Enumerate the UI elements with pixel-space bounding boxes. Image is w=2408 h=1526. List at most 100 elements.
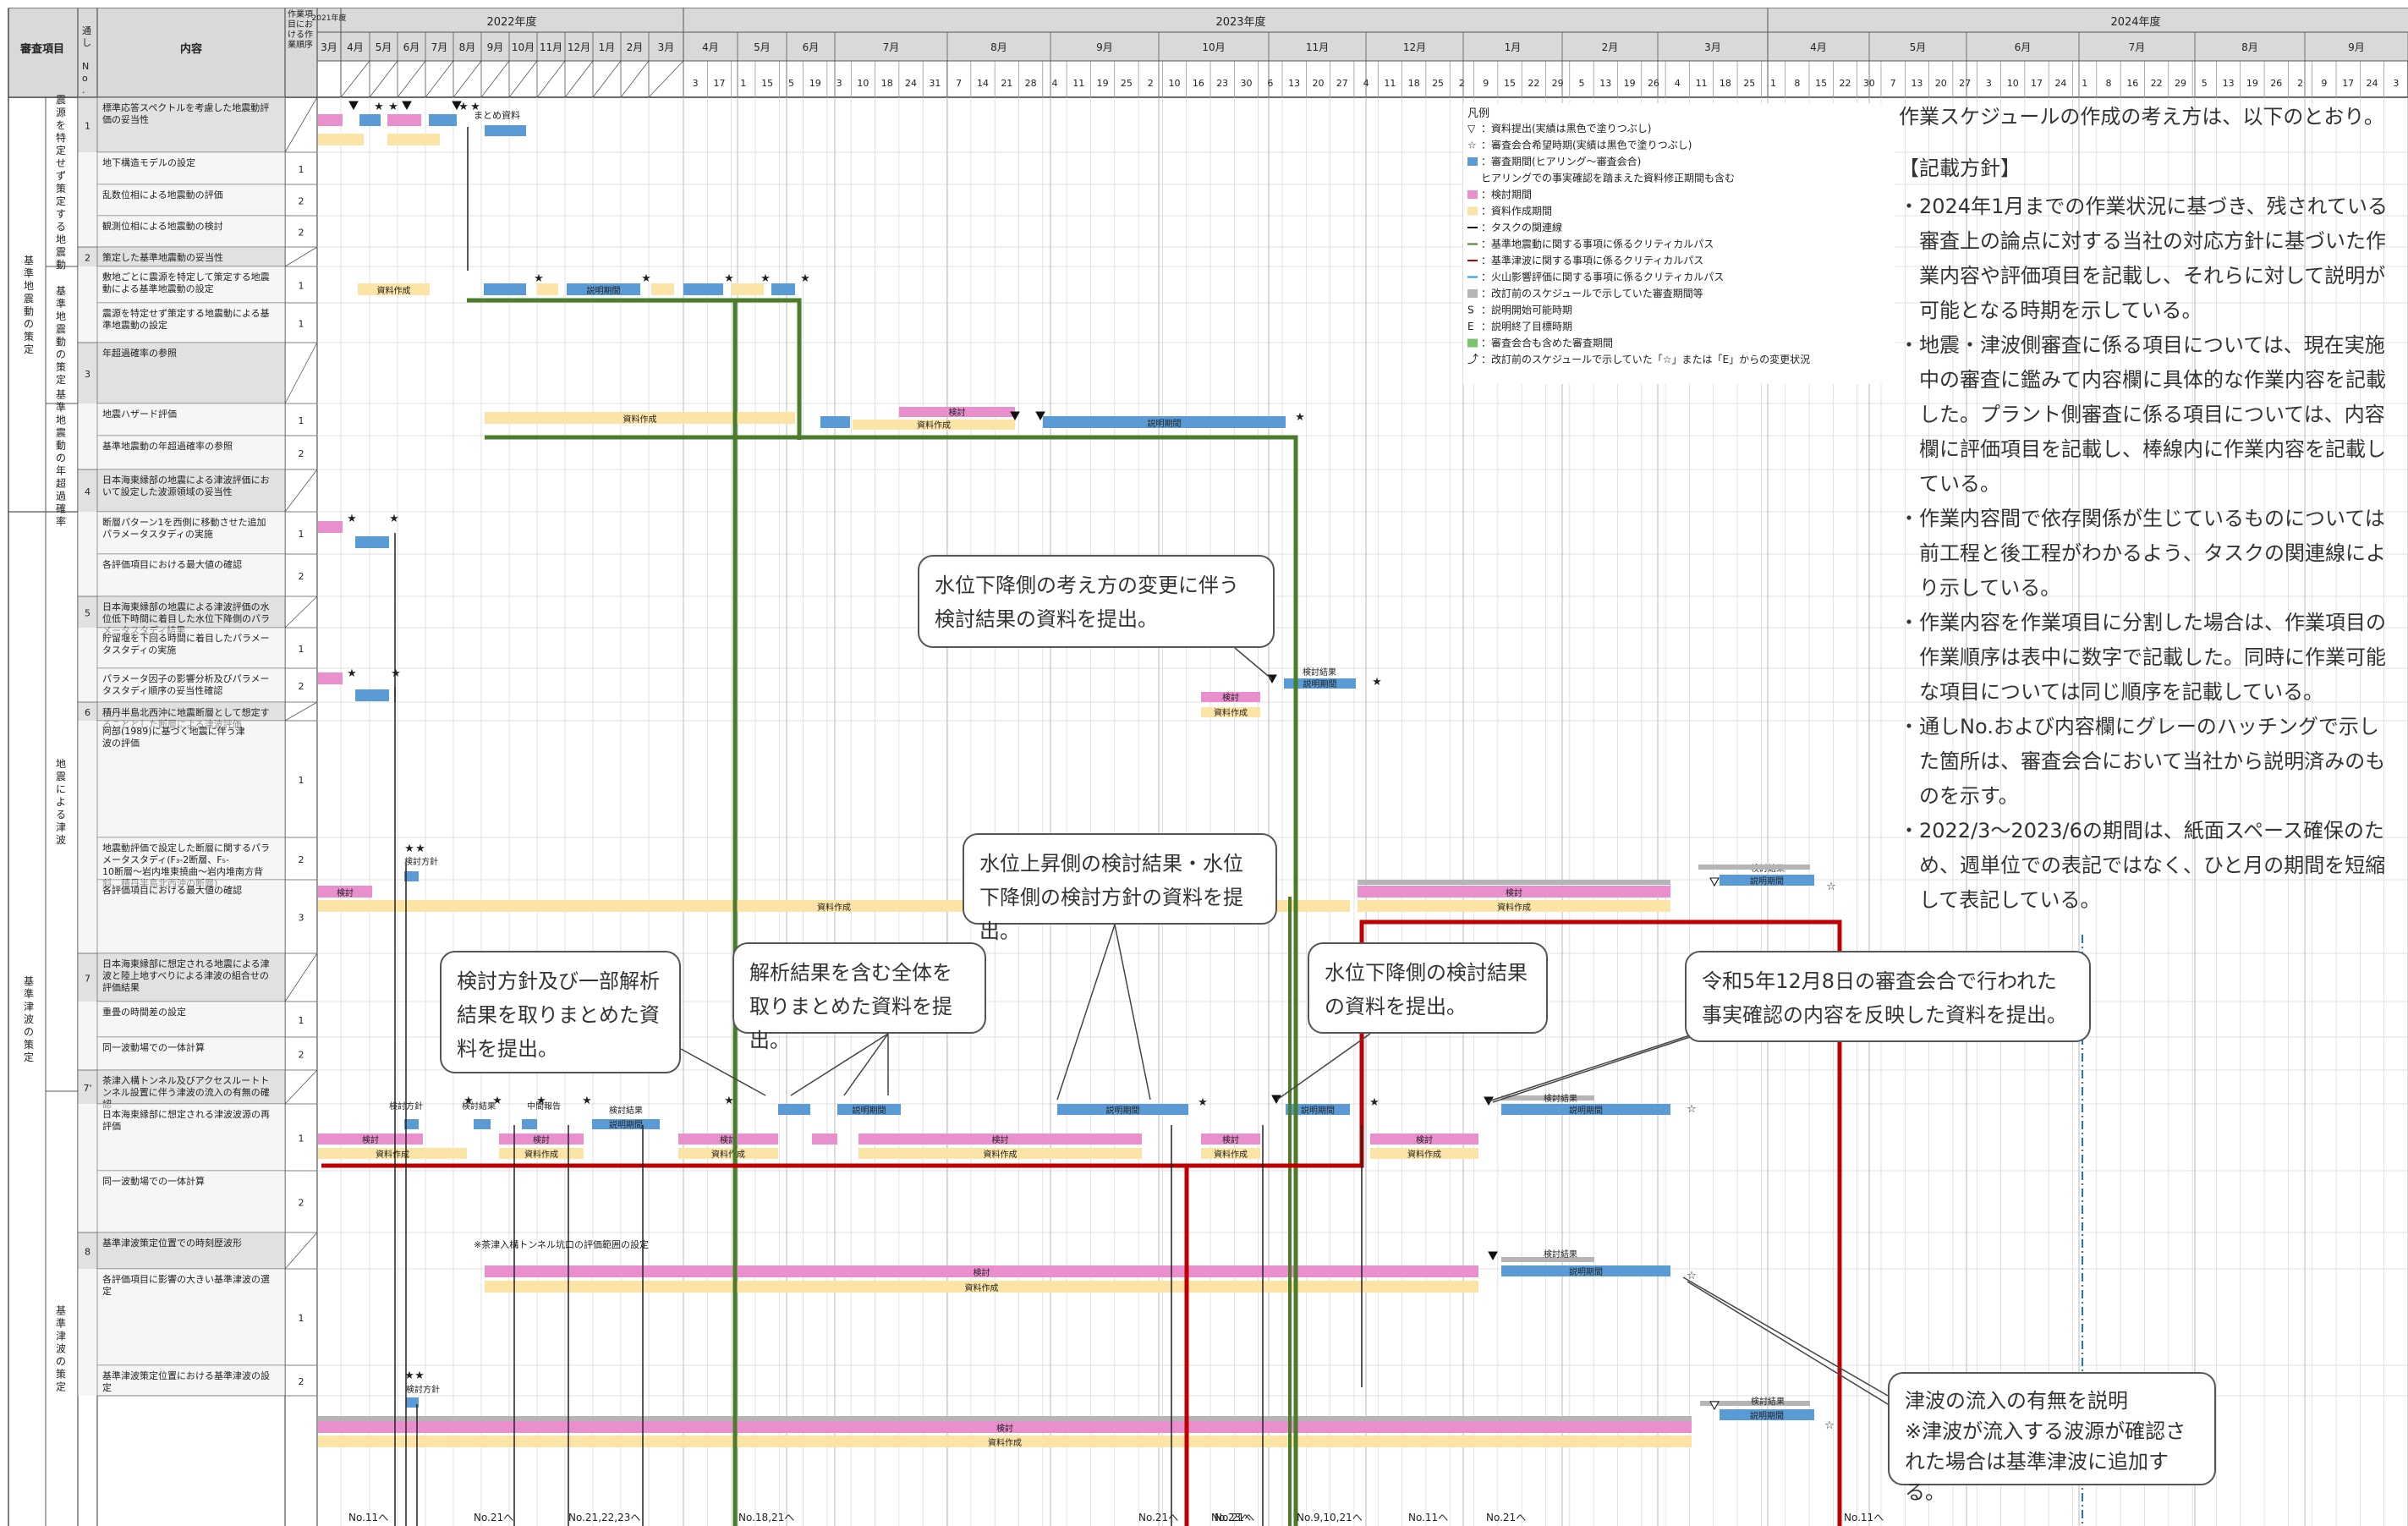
week-label: 10 bbox=[857, 78, 869, 89]
week-label: 20 bbox=[1312, 78, 1324, 89]
row-content: タスタディ順序の妥当性確認 bbox=[102, 684, 222, 696]
row-content: 日本海東縁部に想定される津波波源の再 bbox=[102, 1108, 270, 1120]
week-label: 5 bbox=[1578, 78, 1584, 89]
meeting-marker: ★ bbox=[458, 101, 469, 113]
material-bar bbox=[537, 283, 558, 295]
explanation-bar bbox=[778, 1104, 810, 1115]
subgroup-label: 動 bbox=[56, 259, 66, 271]
explanation-bar-label: 説明期間 bbox=[1301, 1105, 1335, 1116]
fy-label: 2023年度 bbox=[1215, 15, 1265, 29]
study-bar-label: 検討 bbox=[1506, 887, 1522, 898]
group-label: 津 bbox=[24, 1001, 34, 1013]
material-bar-label: 資料作成 bbox=[376, 1149, 409, 1160]
subgroup-label: 準 bbox=[56, 297, 66, 310]
material-bar-label: 資料作成 bbox=[711, 1149, 745, 1160]
week-label: 19 bbox=[2246, 78, 2258, 89]
subgroup-label: す bbox=[56, 208, 66, 220]
legend-swatch: ⤴ bbox=[1467, 354, 1478, 366]
week-label: 13 bbox=[1288, 78, 1300, 89]
week-label: 16 bbox=[2126, 78, 2138, 89]
row-content: 各評価項目における最大値の確認 bbox=[102, 558, 242, 570]
legend-item: ：基準津波に関する事項に係るクリティカルパス bbox=[1481, 254, 1703, 266]
note-item: ・作業内容間で依存関係が生じているものについては前工程と後工程がわかるよう、タス… bbox=[1899, 507, 2386, 600]
meeting-marker: ★ bbox=[724, 272, 734, 285]
explanation-bar bbox=[683, 283, 723, 295]
subgroup-label: 特 bbox=[56, 131, 66, 144]
week-label: 15 bbox=[761, 78, 773, 89]
callout-pointer bbox=[790, 1033, 889, 1096]
week-label: 18 bbox=[881, 78, 893, 89]
subgroup-label: 策 bbox=[56, 183, 66, 195]
week-label: 17 bbox=[2031, 78, 2043, 89]
diagonal-slash bbox=[284, 1232, 318, 1270]
week-label: 25 bbox=[1743, 78, 1755, 89]
week-label: 2 bbox=[1459, 78, 1465, 89]
week-label: 9 bbox=[2321, 78, 2327, 89]
legend-swatch bbox=[1467, 157, 1478, 166]
week-label: 15 bbox=[1504, 78, 1516, 89]
meeting-marker: ★ bbox=[800, 272, 810, 285]
legend-symbol: ▽ bbox=[1467, 123, 1476, 134]
week-label: 3 bbox=[1986, 78, 1992, 89]
reference-label: No.9,10,21へ bbox=[1297, 1512, 1363, 1523]
subgroup-label: る bbox=[56, 221, 66, 233]
row-content: 評価結果 bbox=[102, 981, 140, 993]
row-content: 断層パターン1を西側に移動させた追加 bbox=[102, 516, 266, 528]
study-bar bbox=[387, 114, 421, 126]
month-label: 9月 bbox=[2348, 41, 2365, 53]
legend-item: ：タスクの関連線 bbox=[1481, 221, 1562, 233]
header-order: 業順序 bbox=[288, 39, 313, 50]
subgroup-label: 震 bbox=[56, 323, 66, 335]
meeting-marker: ★ bbox=[415, 843, 425, 855]
explanation-bar bbox=[474, 1119, 491, 1129]
week-label: 23 bbox=[1216, 78, 1228, 89]
month-label: 3月 bbox=[1704, 41, 1721, 53]
explanation-bar-label: 説明期間 bbox=[587, 285, 621, 296]
week-label: 27 bbox=[1336, 78, 1348, 89]
material-bar-label: 資料作成 bbox=[817, 902, 851, 913]
subgroup-label: 基 bbox=[56, 1305, 66, 1317]
study-bar-label: 検討 bbox=[996, 1423, 1013, 1434]
row-content: 各評価項目における最大値の確認 bbox=[102, 884, 242, 896]
submission-marker bbox=[1271, 1095, 1281, 1105]
meeting-marker: ★ bbox=[391, 667, 401, 680]
material-bar-label: 資料作成 bbox=[1497, 902, 1531, 913]
week-label: 2 bbox=[1148, 78, 1154, 89]
subgroup-label: 過 bbox=[56, 491, 66, 502]
meeting-marker: ★ bbox=[347, 667, 357, 680]
meeting-marker: ★ bbox=[414, 1370, 425, 1382]
row-content: 準地震動の設定 bbox=[102, 319, 167, 331]
note-item: ・作業内容を作業項目に分割した場合は、作業項目の作業順序は表中に数字で記載した。… bbox=[1899, 611, 2386, 704]
legend-item: ：資料作成期間 bbox=[1481, 206, 1552, 217]
subgroup-label: 波 bbox=[56, 1343, 66, 1355]
subgroup-label: 津 bbox=[56, 821, 66, 833]
month-label: 11月 bbox=[1306, 41, 1329, 53]
explanation-bar bbox=[429, 114, 457, 126]
week-label: 11 bbox=[1384, 78, 1396, 89]
fy-label: 2024年度 bbox=[2110, 15, 2160, 29]
meeting-marker: ★ bbox=[374, 101, 384, 113]
month-label: 3月 bbox=[321, 41, 337, 53]
row-number: 4 bbox=[85, 486, 91, 497]
diagonal-slash bbox=[284, 342, 318, 404]
month-label: 4月 bbox=[702, 41, 719, 53]
row-number: 5 bbox=[85, 608, 91, 619]
subgroup-label: 定 bbox=[56, 373, 66, 386]
week-label: 2 bbox=[2297, 78, 2303, 89]
study-bar-label: 検討 bbox=[949, 407, 966, 418]
note-item: ・2024年1月までの作業状況に基づき、残されている審査上の論点に対する当社の対… bbox=[1899, 195, 2388, 322]
legend-item: ：改訂前のスケジュールで示していた「☆」または「E」からの変更状況 bbox=[1481, 353, 1810, 365]
month-label: 12月 bbox=[1403, 41, 1426, 53]
legend-symbol: ☆ bbox=[1467, 140, 1477, 151]
study-result-label: 検討結果 bbox=[1303, 667, 1336, 678]
row-content: 動による基準地震動の設定 bbox=[102, 283, 214, 294]
row-order: 1 bbox=[299, 164, 304, 175]
row-content: 茶津入構トンネル及びアクセスルートト bbox=[102, 1075, 269, 1086]
row-content: ンネル設置に伴う津波の流入の有無の確 bbox=[102, 1086, 270, 1098]
subgroup-label: 地 bbox=[56, 414, 66, 426]
month-label: 3月 bbox=[658, 41, 675, 53]
submission-marker bbox=[402, 101, 412, 111]
header-order: ける作 bbox=[288, 30, 313, 40]
row-number: 1 bbox=[85, 121, 91, 132]
row-content: 波と陸上地すべりによる津波の組合せの bbox=[102, 969, 269, 981]
